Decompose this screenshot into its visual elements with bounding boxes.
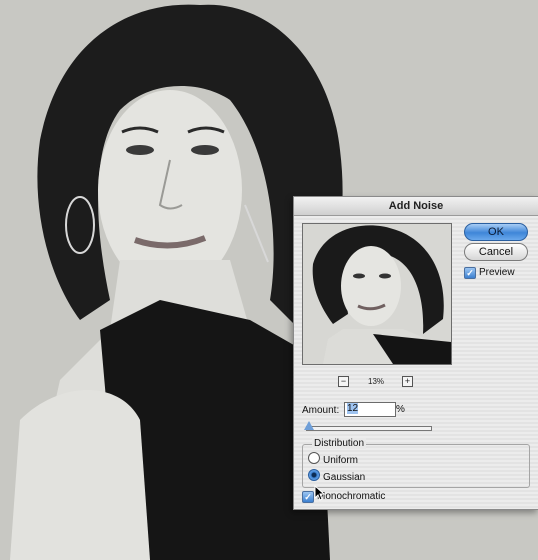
uniform-label: Uniform: [323, 455, 359, 466]
add-noise-dialog: Add Noise OK Cancel ✓ Preview − 13% + Amo…: [293, 196, 538, 510]
preview-thumbnail: [303, 224, 451, 364]
monochromatic-label: Monochromatic: [317, 491, 386, 502]
gaussian-label: Gaussian: [323, 472, 366, 483]
ok-button[interactable]: OK: [464, 223, 528, 241]
preview-checkbox[interactable]: ✓: [464, 267, 476, 279]
cancel-button[interactable]: Cancel: [464, 243, 528, 261]
uniform-radio[interactable]: [308, 452, 320, 464]
zoom-percent: 13%: [368, 377, 385, 386]
amount-slider-track[interactable]: [306, 426, 432, 431]
preview-checkbox-row[interactable]: ✓ Preview: [464, 267, 515, 279]
zoom-controls: − 13% +: [338, 376, 418, 388]
amount-label: Amount:: [302, 405, 340, 416]
zoom-in-button[interactable]: +: [402, 376, 413, 387]
filter-preview[interactable]: [302, 223, 452, 365]
gaussian-radio[interactable]: [308, 469, 320, 481]
monochromatic-checkbox[interactable]: ✓: [302, 491, 314, 503]
uniform-option[interactable]: Uniform: [308, 452, 359, 466]
dialog-title: Add Noise: [294, 197, 538, 216]
amount-value: 12: [347, 403, 359, 414]
amount-unit: %: [396, 404, 405, 415]
amount-field[interactable]: 12: [344, 402, 396, 417]
distribution-title: Distribution: [312, 438, 367, 449]
gaussian-option[interactable]: Gaussian: [308, 469, 366, 483]
preview-label: Preview: [479, 267, 515, 278]
zoom-out-button[interactable]: −: [338, 376, 349, 387]
mouse-cursor-icon: [314, 485, 326, 501]
amount-slider-thumb[interactable]: [304, 421, 314, 430]
